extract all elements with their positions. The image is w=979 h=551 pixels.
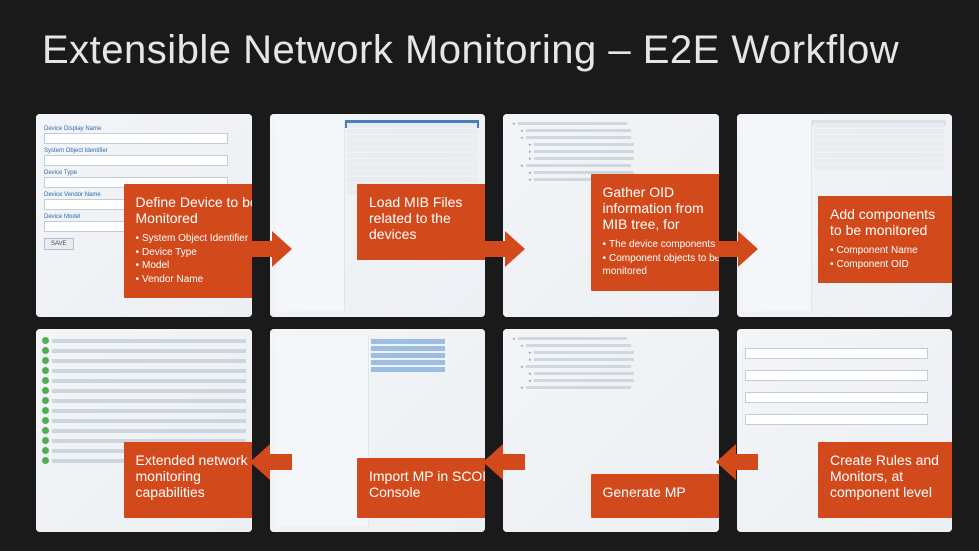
tile-define-device: Device Display Name System Object Identi… — [36, 114, 252, 317]
overlay-title: Generate MP — [603, 484, 719, 500]
tile-extended-capabilities: Extended network monitoring capabilities — [36, 329, 252, 532]
overlay-generate-mp: Generate MP — [591, 474, 719, 518]
overlay-load-mib: Load MIB Files related to the devices — [357, 184, 485, 260]
faux-save-button: SAVE — [44, 238, 74, 250]
overlay-title: Create Rules and Monitors, at component … — [830, 452, 944, 500]
overlay-create-rules: Create Rules and Monitors, at component … — [818, 442, 952, 518]
tile-gather-oid: Gather OID information from MIB tree, fo… — [503, 114, 719, 317]
overlay-add-components: Add components to be monitored Component… — [818, 196, 952, 283]
tile-generate-mp: Generate MP — [503, 329, 719, 532]
overlay-title: Define Device to be Monitored — [136, 194, 252, 226]
overlay-bullets: System Object Identifier Device Type Mod… — [136, 232, 252, 286]
overlay-bullets: The device components Component objects … — [603, 238, 719, 279]
overlay-define-device: Define Device to be Monitored System Obj… — [124, 184, 252, 298]
tile-add-components: Add components to be monitored Component… — [737, 114, 953, 317]
overlay-title: Load MIB Files related to the devices — [369, 194, 485, 242]
tile-import-mp: Import MP in SCOM Console — [270, 329, 486, 532]
workflow-grid: Device Display Name System Object Identi… — [36, 114, 952, 532]
overlay-title: Extended network monitoring capabilities — [136, 452, 252, 500]
overlay-title: Gather OID information from MIB tree, fo… — [603, 184, 719, 232]
overlay-title: Import MP in SCOM Console — [369, 468, 485, 500]
overlay-gather-oid: Gather OID information from MIB tree, fo… — [591, 174, 719, 291]
overlay-title: Add components to be monitored — [830, 206, 944, 238]
tile-create-rules: Create Rules and Monitors, at component … — [737, 329, 953, 532]
overlay-extended: Extended network monitoring capabilities — [124, 442, 252, 518]
slide-title: Extensible Network Monitoring – E2E Work… — [0, 0, 979, 73]
tile-load-mib: Load MIB Files related to the devices — [270, 114, 486, 317]
overlay-import-mp: Import MP in SCOM Console — [357, 458, 485, 518]
overlay-bullets: Component Name Component OID — [830, 244, 944, 271]
